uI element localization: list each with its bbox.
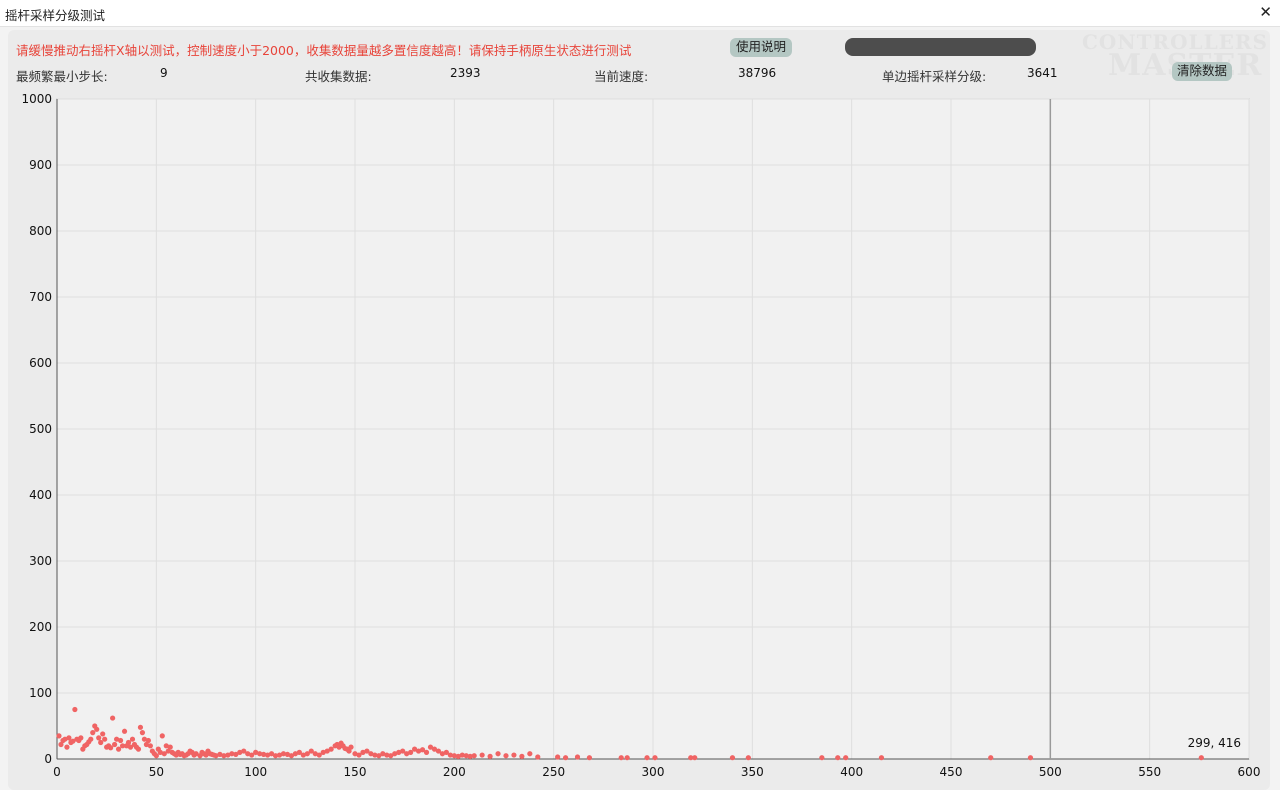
data-point: [129, 736, 136, 742]
data-point: [78, 735, 84, 741]
data-point: [139, 730, 146, 736]
data-point: [878, 755, 885, 761]
data-point: [98, 739, 104, 746]
data-point: [1027, 755, 1034, 761]
data-point: [135, 746, 142, 752]
data-point: [408, 749, 414, 756]
data-point: [66, 735, 72, 741]
data-point: [145, 737, 151, 744]
data-point: [745, 755, 751, 761]
data-point: [121, 728, 128, 734]
data-point: [100, 731, 106, 737]
data-point: [96, 735, 102, 741]
data-point: [574, 754, 581, 760]
data-point: [495, 751, 501, 757]
data-point: [115, 746, 122, 752]
y-tick-label: 500: [29, 422, 52, 436]
x-tick-label: 450: [940, 765, 963, 779]
data-point: [652, 755, 658, 761]
data-point: [108, 745, 114, 751]
x-tick-label: 300: [642, 765, 665, 779]
data-point: [328, 746, 334, 752]
y-tick-label: 600: [29, 356, 52, 370]
hover-coordinate-label: 299, 416: [1188, 736, 1241, 750]
data-point: [692, 755, 698, 761]
data-point: [624, 755, 630, 761]
data-point: [555, 754, 561, 760]
data-point: [72, 706, 78, 713]
data-point: [586, 755, 593, 761]
data-point: [843, 755, 849, 761]
data-point: [511, 752, 517, 758]
data-point: [94, 726, 100, 732]
y-tick-label: 400: [29, 488, 52, 502]
data-point: [137, 724, 144, 730]
data-point: [167, 744, 173, 750]
data-point: [159, 733, 165, 739]
data-point: [562, 755, 569, 761]
data-point: [535, 754, 541, 760]
x-tick-label: 550: [1138, 765, 1161, 779]
data-point: [64, 744, 70, 750]
data-point: [117, 737, 124, 744]
data-point: [503, 753, 509, 759]
data-point: [125, 739, 132, 746]
data-point: [835, 755, 841, 761]
data-point: [348, 744, 354, 750]
x-tick-label: 400: [840, 765, 863, 779]
data-point: [618, 755, 624, 761]
scatter-chart[interactable]: 0 50 100 150 200 250 300 350 400 450 500 550 600 0 100…: [0, 0, 1280, 781]
data-point: [147, 743, 153, 749]
data-point: [819, 755, 825, 761]
data-point: [110, 715, 116, 721]
data-point: [56, 733, 62, 739]
x-tick-label: 50: [149, 765, 164, 779]
y-tick-label: 0: [44, 752, 52, 766]
data-point: [471, 753, 477, 759]
x-tick-label: 500: [1039, 765, 1062, 779]
data-point: [153, 753, 159, 759]
data-point: [519, 753, 525, 759]
x-tick-label: 100: [244, 765, 267, 779]
y-tick-label: 200: [29, 620, 52, 634]
data-point: [479, 752, 485, 758]
data-point: [988, 755, 994, 761]
data-point: [88, 736, 94, 742]
y-tick-label: 1000: [21, 92, 52, 106]
data-point: [90, 730, 96, 736]
data-point: [112, 741, 118, 748]
data-point: [527, 751, 533, 757]
y-tick-label: 100: [29, 686, 52, 700]
data-point: [644, 755, 650, 761]
data-point: [1198, 755, 1204, 761]
y-tick-label: 800: [29, 224, 52, 238]
data-point: [102, 736, 108, 742]
y-tick-label: 300: [29, 554, 52, 568]
x-tick-label: 150: [344, 765, 367, 779]
x-tick-label: 350: [741, 765, 764, 779]
data-point: [423, 749, 430, 756]
x-tick-label: 0: [53, 765, 61, 779]
x-tick-label: 250: [542, 765, 565, 779]
x-tick-label: 200: [443, 765, 466, 779]
y-tick-label: 900: [29, 158, 52, 172]
data-point: [487, 753, 493, 759]
x-tick-label: 600: [1238, 765, 1261, 779]
y-tick-label: 700: [29, 290, 52, 304]
data-point: [729, 755, 736, 761]
